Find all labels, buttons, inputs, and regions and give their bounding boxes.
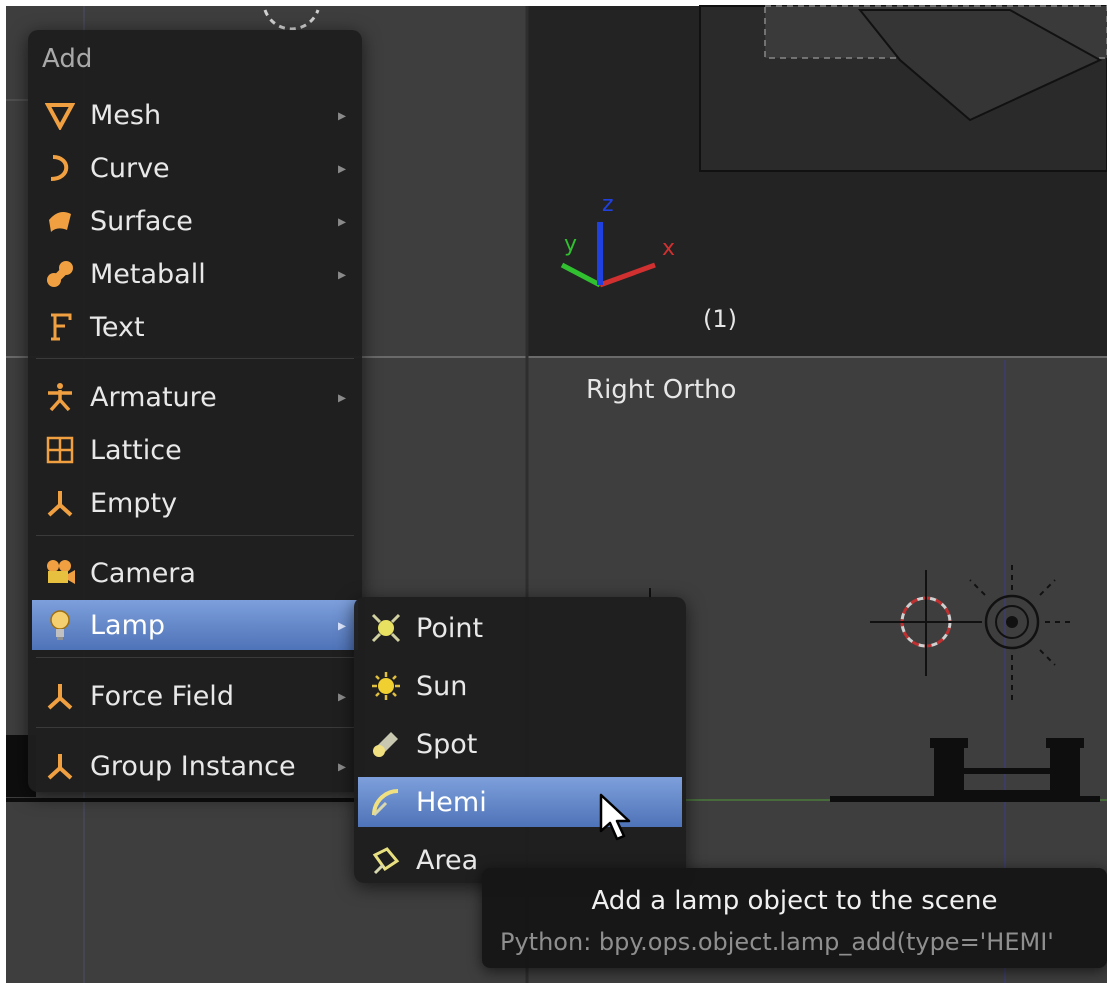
menu-item-mesh[interactable]: Mesh ▸ [32, 90, 358, 140]
area-lamp-icon [364, 840, 408, 880]
menu-item-label: Force Field [90, 680, 234, 712]
menu-item-empty[interactable]: Empty [32, 478, 358, 528]
force-field-icon [38, 676, 82, 716]
group-instance-icon [38, 746, 82, 786]
mouse-cursor-icon [599, 793, 631, 841]
menu-separator [36, 727, 354, 728]
sun-lamp-icon [364, 666, 408, 706]
submenu-arrow-icon: ▸ [337, 615, 346, 635]
lamp-item-label: Area [416, 844, 479, 876]
lamp-item-label: Spot [416, 728, 478, 760]
menu-separator [36, 657, 354, 658]
lamp-item-label: Point [416, 612, 484, 644]
camera-icon [38, 553, 82, 593]
menu-separator [36, 535, 354, 536]
submenu-arrow-icon: ▸ [337, 387, 346, 407]
lamp-item-hemi[interactable]: Hemi [358, 777, 682, 827]
lattice-icon [38, 430, 82, 470]
menu-item-curve[interactable]: Curve ▸ [32, 143, 358, 193]
axis-z-label: z [602, 192, 614, 217]
menu-item-group-instance[interactable]: Group Instance ▸ [32, 741, 358, 791]
menu-item-label: Lattice [90, 434, 182, 466]
submenu-arrow-icon: ▸ [337, 105, 346, 125]
lamp-item-spot[interactable]: Spot [358, 719, 682, 769]
menu-item-label: Lamp [90, 609, 166, 641]
menu-item-label: Mesh [90, 99, 162, 131]
menu-item-metaball[interactable]: Metaball ▸ [32, 249, 358, 299]
point-lamp-icon [364, 608, 408, 648]
menu-item-lamp[interactable]: Lamp ▸ [32, 600, 358, 650]
menu-item-label: Armature [90, 381, 217, 413]
tooltip-description: Add a lamp object to the scene [591, 886, 998, 916]
submenu-arrow-icon: ▸ [337, 686, 346, 706]
menu-item-text[interactable]: Text [32, 302, 358, 352]
lamp-item-label: Sun [416, 670, 468, 702]
menu-item-label: Camera [90, 557, 196, 589]
menu-item-lattice[interactable]: Lattice [32, 425, 358, 475]
submenu-arrow-icon: ▸ [337, 158, 346, 178]
menu-item-camera[interactable]: Camera [32, 548, 358, 598]
menu-item-label: Surface [90, 205, 193, 237]
lamp-icon [38, 605, 82, 645]
menu-item-label: Text [90, 311, 145, 343]
curve-icon [38, 148, 82, 188]
empty-icon [38, 483, 82, 523]
operator-tooltip: Add a lamp object to the scene Python: b… [482, 868, 1107, 968]
menu-item-force-field[interactable]: Force Field ▸ [32, 671, 358, 721]
metaball-icon [38, 254, 82, 294]
menu-item-label: Metaball [90, 258, 206, 290]
submenu-arrow-icon: ▸ [337, 264, 346, 284]
tooltip-python-path: Python: bpy.ops.object.lamp_add(type='HE… [500, 928, 1054, 956]
add-menu: Add Mesh ▸ Curve ▸ Surface ▸ Metaball ▸ … [28, 30, 362, 792]
menu-item-label: Group Instance [90, 750, 296, 782]
frame-number-label: (1) [703, 305, 737, 333]
hemi-lamp-icon [364, 782, 408, 822]
menu-separator [36, 358, 354, 359]
menu-item-label: Empty [90, 487, 178, 519]
add-menu-title: Add [42, 44, 93, 74]
menu-item-surface[interactable]: Surface ▸ [32, 196, 358, 246]
armature-icon [38, 377, 82, 417]
lamp-submenu: Point Sun Spot Hemi Area [354, 597, 686, 883]
lamp-item-sun[interactable]: Sun [358, 661, 682, 711]
lamp-item-label: Hemi [416, 786, 487, 818]
menu-item-armature[interactable]: Armature ▸ [32, 372, 358, 422]
submenu-arrow-icon: ▸ [337, 211, 346, 231]
view-name-label: Right Ortho [586, 375, 737, 405]
submenu-arrow-icon: ▸ [337, 756, 346, 776]
axis-x-label: x [662, 236, 676, 261]
mesh-icon [38, 95, 82, 135]
spot-lamp-icon [364, 724, 408, 764]
blender-3d-viewport[interactable]: (1) Right Ortho x y z Add Mesh ▸ Curve ▸… [0, 0, 1107, 983]
axis-y-label: y [564, 232, 578, 257]
surface-icon [38, 201, 82, 241]
text-icon [38, 307, 82, 347]
lamp-item-point[interactable]: Point [358, 603, 682, 653]
menu-item-label: Curve [90, 152, 170, 184]
